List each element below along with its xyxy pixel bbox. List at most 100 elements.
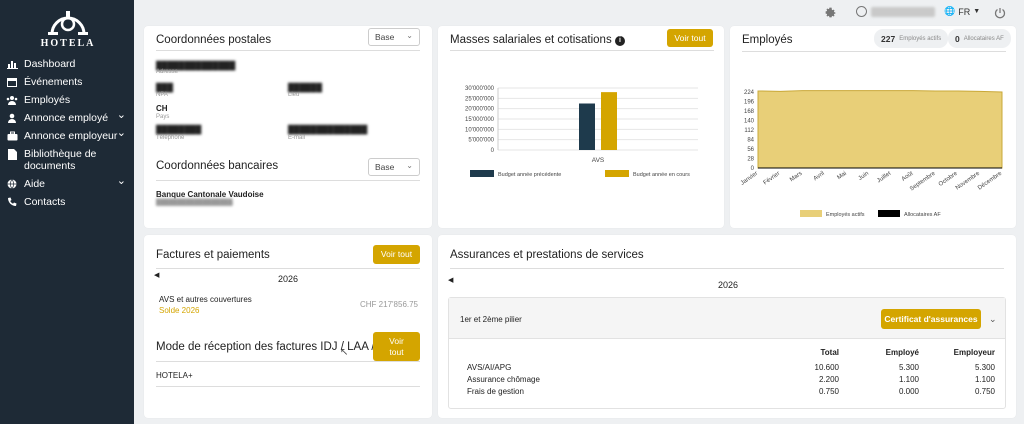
x-tick-label: Janvier [740, 171, 759, 187]
info-icon[interactable]: i [614, 36, 625, 46]
telephone-value: ████████ [156, 125, 202, 134]
hotela-logo-icon [46, 10, 90, 36]
sidebar-item-5[interactable]: Bibliothèque de documents [0, 148, 134, 172]
sidebar-item-2[interactable]: Employés [0, 94, 134, 106]
y-tick-label: 10'000'000 [465, 127, 495, 133]
invoices-see-all-button[interactable]: Voir tout [373, 245, 420, 264]
y-tick-label: 15'000'000 [465, 117, 495, 123]
sidebar-item-0[interactable]: Dashboard [0, 58, 134, 70]
x-tick-label: Août [901, 171, 915, 183]
lieu-label: Lieu [288, 92, 300, 98]
table-cell: 0.750 [974, 387, 995, 396]
chart-bar-icon [6, 58, 18, 70]
insurance-year: 2026 [718, 280, 739, 290]
y-tick-label: 168 [744, 109, 755, 115]
legend-label: Allocataires AF [904, 212, 941, 218]
y-tick-label: 0 [491, 148, 495, 154]
user-name: ██████████ [871, 6, 935, 17]
salary-bar-chart: 30'000'000 25'000'000 20'000'000 15'000'000… [465, 86, 698, 178]
salary-card: Masses salariales et cotisations i Voir … [438, 26, 724, 228]
divider [156, 50, 420, 51]
active-employees-label: Employés actifs [899, 35, 942, 42]
af-allocataires-badge: 0 Allocataires AF [948, 29, 1011, 48]
language-code: FR [958, 6, 971, 17]
insurance-certificate-button[interactable]: Certificat d'assurances [881, 309, 981, 329]
legend-swatch [470, 170, 494, 177]
invoice-item-label: AVS et autres couvertures [159, 295, 252, 304]
chevron-down-icon: ⌄ [406, 161, 413, 170]
brand-logo[interactable]: HOTELA [30, 10, 106, 50]
sidebar-item-1[interactable]: Événements [0, 76, 134, 88]
table-cell: 10.600 [814, 363, 839, 372]
logout-power-icon[interactable] [994, 6, 1006, 24]
y-tick-label: 196 [744, 100, 755, 106]
year-prev-arrow-icon[interactable]: ◀ [154, 271, 159, 279]
table-cell: 5.300 [898, 363, 919, 372]
globe-icon: 🌐 [944, 6, 956, 16]
pillar-title: 1er et 2ème pilier [460, 315, 522, 324]
sidebar-item-label: Aide [24, 178, 46, 190]
chevron-down-icon[interactable]: ⌄ [117, 127, 126, 139]
y-tick-label: 112 [744, 128, 754, 134]
chevron-down-icon[interactable]: ⌄ [989, 314, 997, 325]
globe-icon [6, 178, 18, 190]
sidebar-item-label: Annonce employeur [24, 130, 118, 142]
invoice-item-amount: CHF 217'856.75 [360, 300, 419, 309]
divider [156, 361, 420, 362]
af-allocataires-label: Allocataires AF [963, 35, 1004, 42]
y-tick-label: 84 [747, 138, 754, 144]
invoice-item-balance[interactable]: Solde 2026 [159, 306, 199, 315]
sidebar-item-4[interactable]: Annonce employeur ⌄ [0, 127, 134, 142]
bank-name: Banque Cantonale Vaudoise [156, 190, 264, 199]
table-cell: 1.100 [898, 375, 919, 384]
chevron-down-icon[interactable]: ⌄ [117, 175, 126, 187]
year-prev-arrow-icon[interactable]: ◀ [448, 276, 453, 284]
address-label: Adresse [156, 69, 179, 75]
legend-swatch [878, 210, 900, 217]
y-tick-label: 20'000'000 [465, 107, 495, 113]
user-avatar-icon [856, 6, 867, 17]
pillar-panel: 1er et 2ème pilier Certificat d'assuranc… [448, 297, 1006, 409]
chevron-down-icon: ▼ [973, 8, 981, 15]
language-selector[interactable]: 🌐 FR ▼ [944, 6, 980, 17]
topbar: ██████████ 🌐 FR ▼ [134, 0, 1024, 26]
brand-name: HOTELA [40, 38, 96, 49]
invoices-card: Factures et paiements Voir tout ◀ 2026 A… [144, 235, 432, 418]
table-row-label: AVS/AI/APG [467, 363, 512, 372]
bank-select-value: Base [375, 162, 395, 172]
divider [156, 268, 420, 269]
divider [156, 386, 420, 387]
x-tick-label: Février [763, 171, 782, 187]
postal-title: Coordonnées postales [156, 34, 272, 46]
divider [742, 51, 1006, 52]
salary-title: Masses salariales et cotisations i [450, 34, 625, 46]
area-Employés actifs [757, 90, 1003, 169]
x-tick-label: AVS [592, 157, 605, 164]
telephone-label: Téléphone [156, 135, 185, 141]
divider [156, 180, 420, 181]
calendar-icon [6, 76, 18, 88]
table-cell: 0.000 [898, 387, 919, 396]
sidebar-item-7[interactable]: Contacts [0, 196, 134, 208]
employees-card: Employés 227 Employés actifs 0 Allocataire… [730, 26, 1016, 228]
table-cell: 1.100 [974, 375, 995, 384]
sidebar-item-3[interactable]: Annonce employé ⌄ [0, 109, 134, 124]
divider [450, 50, 714, 51]
settings-gear-icon[interactable] [824, 6, 837, 24]
users-icon [6, 94, 18, 106]
sidebar-item-6[interactable]: Aide ⌄ [0, 175, 134, 190]
y-tick-label: 56 [747, 147, 754, 153]
user-menu[interactable]: ██████████ [856, 6, 935, 17]
legend-label: Budget année précédente [498, 172, 561, 178]
y-tick-label: 30'000'000 [465, 86, 495, 92]
salary-see-all-button[interactable]: Voir tout [667, 29, 713, 47]
active-employees-count: 227 [881, 33, 896, 44]
table-cell: 2.200 [818, 375, 839, 384]
table-header: Employé [885, 348, 919, 357]
bank-select[interactable]: Base ⌄ [368, 158, 420, 176]
postal-select[interactable]: Base ⌄ [368, 28, 420, 46]
chevron-down-icon: ⌄ [406, 31, 413, 40]
invoice-mode-see-all-button[interactable]: Voir tout [373, 332, 420, 361]
active-employees-badge: 227 Employés actifs [874, 29, 949, 48]
chevron-down-icon[interactable]: ⌄ [117, 109, 126, 121]
